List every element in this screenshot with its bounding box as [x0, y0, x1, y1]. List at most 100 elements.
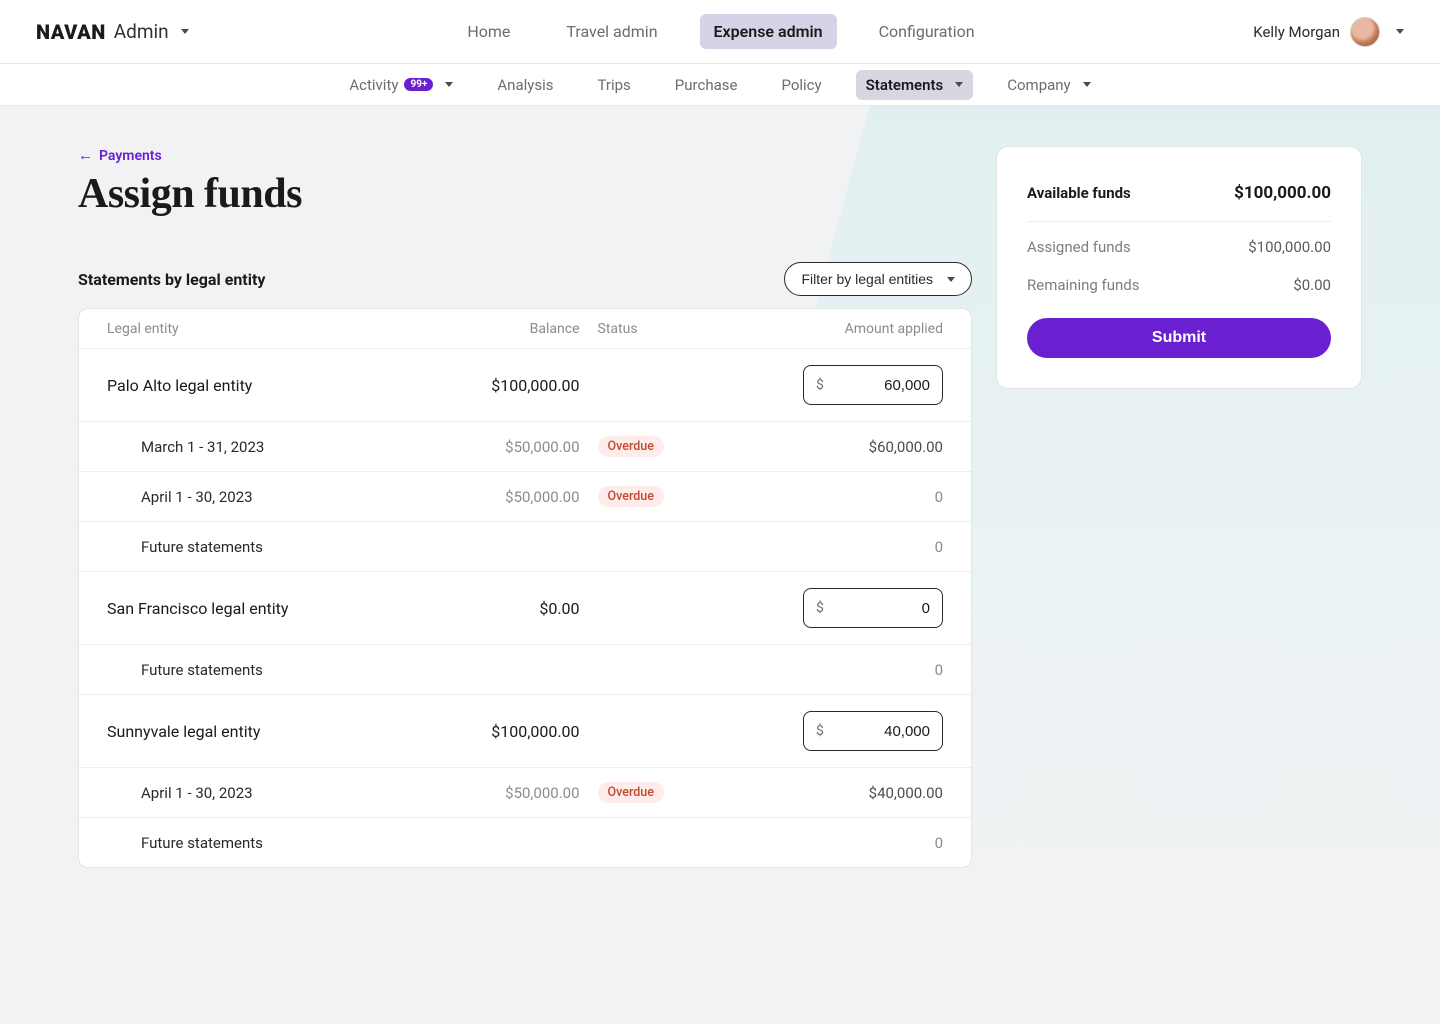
statement-row: March 1 - 31, 2023$50,000.00 Overdue $60,0…	[79, 421, 971, 471]
entity-balance: $100,000.00	[398, 722, 580, 741]
secondary-nav: Activity 99+ Analysis Trips Purchase Pol…	[0, 64, 1440, 106]
entity-group: San Francisco legal entity$0.00 $ Future s…	[79, 571, 971, 694]
entity-name: San Francisco legal entity	[107, 599, 398, 618]
amount-input[interactable]	[830, 600, 930, 617]
nav-home[interactable]: Home	[453, 14, 524, 49]
filter-entities-button[interactable]: Filter by legal entities	[784, 262, 972, 296]
statement-row: Future statements 0	[79, 521, 971, 571]
chevron-down-icon	[445, 82, 453, 87]
back-link-text: Payments	[99, 148, 162, 164]
subnav-activity[interactable]: Activity 99+	[339, 70, 463, 100]
submit-button[interactable]: Submit	[1027, 318, 1331, 358]
statement-balance: $50,000.00	[398, 784, 580, 802]
status-badge: Overdue	[598, 486, 664, 507]
activity-count-badge: 99+	[404, 78, 433, 91]
chevron-down-icon	[1083, 82, 1091, 87]
amount-input[interactable]	[830, 723, 930, 740]
brand-suffix: Admin	[114, 20, 169, 43]
user-name: Kelly Morgan	[1253, 23, 1340, 41]
entity-group: Palo Alto legal entity$100,000.00$March …	[79, 349, 971, 571]
assigned-funds-value: $100,000.00	[1248, 238, 1331, 256]
statement-row: Future statements 0	[79, 817, 971, 867]
brand[interactable]: NAVAN Admin	[36, 20, 189, 44]
statement-applied: 0	[725, 661, 943, 679]
statement-status: Overdue	[580, 486, 725, 507]
statement-applied: 0	[725, 488, 943, 506]
funds-summary-card: Available funds $100,000.00 Assigned fun…	[996, 146, 1362, 389]
page-title: Assign funds	[78, 170, 972, 218]
amount-input-wrap: $	[803, 365, 943, 405]
col-amount-applied: Amount applied	[725, 321, 943, 337]
col-balance: Balance	[398, 321, 580, 337]
chevron-down-icon	[181, 29, 189, 34]
col-legal-entity: Legal entity	[107, 321, 398, 337]
statement-status: Overdue	[580, 782, 725, 803]
available-funds-row: Available funds $100,000.00	[1027, 173, 1331, 222]
entity-row: San Francisco legal entity$0.00 $	[79, 571, 971, 644]
user-menu[interactable]: Kelly Morgan	[1253, 17, 1404, 47]
remaining-funds-row: Remaining funds $0.00	[1027, 266, 1331, 304]
available-funds-label: Available funds	[1027, 184, 1131, 202]
chevron-down-icon	[955, 82, 963, 87]
col-status: Status	[580, 321, 725, 337]
statement-row: April 1 - 30, 2023$50,000.00 Overdue $40,0…	[79, 767, 971, 817]
statement-period: March 1 - 31, 2023	[107, 438, 398, 456]
brand-logo: NAVAN	[36, 20, 106, 44]
chevron-down-icon	[1396, 29, 1404, 34]
statement-period: Future statements	[107, 661, 398, 679]
nav-travel-admin[interactable]: Travel admin	[552, 14, 671, 49]
entity-row: Sunnyvale legal entity$100,000.00 $	[79, 694, 971, 767]
subnav-company[interactable]: Company	[997, 70, 1100, 100]
statement-period: April 1 - 30, 2023	[107, 784, 398, 802]
assigned-funds-row: Assigned funds $100,000.00	[1027, 228, 1331, 266]
subnav-item-label: Company	[1007, 76, 1070, 94]
statements-table: Legal entity Balance Status Amount appli…	[78, 308, 972, 868]
entity-balance: $0.00	[398, 599, 580, 618]
entity-name: Sunnyvale legal entity	[107, 722, 398, 741]
amount-input[interactable]	[830, 377, 930, 394]
subnav-item-label: Statements	[866, 76, 944, 94]
topbar: NAVAN Admin Home Travel admin Expense ad…	[0, 0, 1440, 64]
statement-balance: $50,000.00	[398, 438, 580, 456]
chevron-down-icon	[947, 277, 955, 282]
status-badge: Overdue	[598, 782, 664, 803]
nav-configuration[interactable]: Configuration	[865, 14, 989, 49]
assigned-funds-label: Assigned funds	[1027, 238, 1131, 256]
remaining-funds-value: $0.00	[1293, 276, 1331, 294]
statement-period: Future statements	[107, 834, 398, 852]
subnav-trips[interactable]: Trips	[588, 70, 641, 100]
subnav-item-label: Activity	[349, 76, 398, 94]
subnav-purchase[interactable]: Purchase	[665, 70, 748, 100]
currency-prefix: $	[816, 377, 824, 393]
arrow-left-icon: ←	[78, 148, 93, 163]
table-header: Legal entity Balance Status Amount appli…	[79, 309, 971, 349]
statement-period: Future statements	[107, 538, 398, 556]
statement-applied: $40,000.00	[725, 784, 943, 802]
avatar	[1350, 17, 1380, 47]
statement-applied: 0	[725, 538, 943, 556]
back-link[interactable]: ← Payments	[78, 148, 162, 164]
statement-balance: $50,000.00	[398, 488, 580, 506]
primary-nav: Home Travel admin Expense admin Configur…	[453, 14, 988, 49]
entity-balance: $100,000.00	[398, 376, 580, 395]
entity-row: Palo Alto legal entity$100,000.00$	[79, 349, 971, 421]
filter-button-label: Filter by legal entities	[801, 271, 933, 287]
amount-input-wrap: $	[803, 711, 943, 751]
nav-expense-admin[interactable]: Expense admin	[700, 14, 837, 49]
statement-row: Future statements 0	[79, 644, 971, 694]
currency-prefix: $	[816, 723, 824, 739]
statement-applied: $60,000.00	[725, 438, 943, 456]
subnav-analysis[interactable]: Analysis	[487, 70, 563, 100]
remaining-funds-label: Remaining funds	[1027, 276, 1140, 294]
section-title: Statements by legal entity	[78, 270, 265, 289]
statement-status: Overdue	[580, 436, 725, 457]
statement-applied: 0	[725, 834, 943, 852]
entity-group: Sunnyvale legal entity$100,000.00 $ April …	[79, 694, 971, 867]
available-funds-value: $100,000.00	[1234, 183, 1331, 203]
currency-prefix: $	[816, 600, 824, 616]
subnav-statements[interactable]: Statements	[856, 70, 974, 100]
status-badge: Overdue	[598, 436, 664, 457]
subnav-policy[interactable]: Policy	[771, 70, 831, 100]
amount-input-wrap: $	[803, 588, 943, 628]
statement-row: April 1 - 30, 2023$50,000.00Overdue0	[79, 471, 971, 521]
